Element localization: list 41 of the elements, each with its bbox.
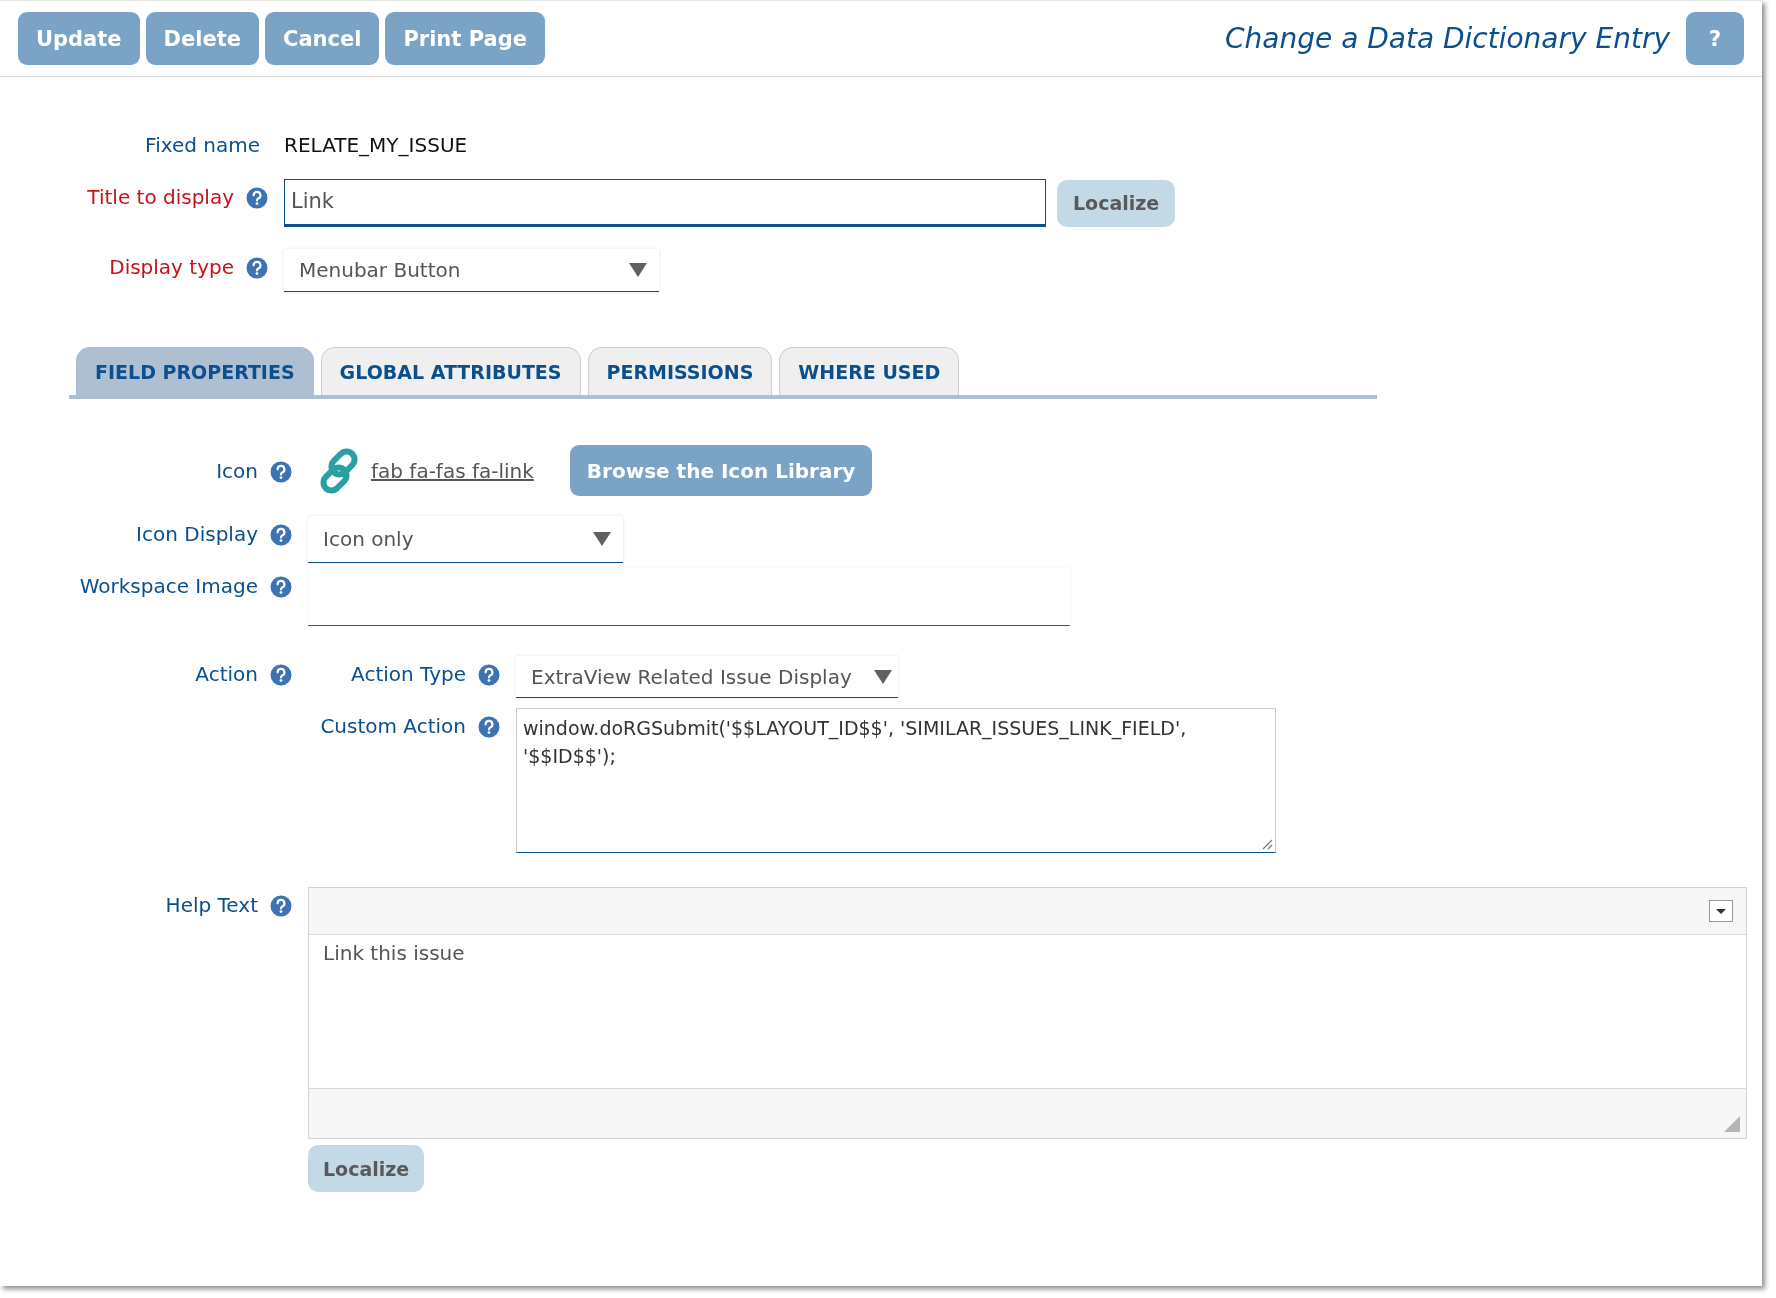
select-field[interactable]: Icon only xyxy=(308,516,623,563)
field-label: Title to display xyxy=(87,185,234,209)
icon-class-link[interactable]: fab fa-fas fa-link xyxy=(371,458,534,483)
page-title: Change a Data Dictionary Entry xyxy=(1225,22,1670,55)
help-icon[interactable] xyxy=(270,461,292,483)
tab[interactable]: FIELD PROPERTIES xyxy=(76,347,314,395)
tab[interactable]: GLOBAL ATTRIBUTES xyxy=(320,347,581,395)
rich-text-editor[interactable]: Link this issue xyxy=(308,887,1747,1139)
help-icon[interactable] xyxy=(478,664,500,686)
tab[interactable]: WHERE USED xyxy=(779,347,960,395)
field-label: Action xyxy=(195,662,258,686)
help-icon[interactable] xyxy=(270,895,292,917)
display-type-select[interactable]: Menubar Button xyxy=(284,249,659,292)
help-icon[interactable] xyxy=(478,716,500,738)
field-label: Icon Display xyxy=(136,522,258,546)
field-label: Fixed name xyxy=(145,133,260,157)
localize-button[interactable]: Localize xyxy=(308,1145,425,1192)
caret-icon xyxy=(593,532,611,546)
caret-icon xyxy=(629,263,647,277)
help-icon[interactable] xyxy=(246,257,268,279)
help-icon[interactable] xyxy=(246,187,268,209)
field-label: Workspace Image xyxy=(79,574,258,598)
field-label: Display type xyxy=(109,255,234,279)
fixed-name-value: RELATE_MY_ISSUE xyxy=(284,132,469,157)
localize-button[interactable]: Localize xyxy=(1057,179,1176,227)
custom-action-field[interactable]: window.doRGSubmit('$$LAYOUT_ID$$', 'SIMILAR_ISSUES_LINK_FIELD', '$$ID$$'); xyxy=(516,708,1276,853)
field-label: Help Text xyxy=(165,893,258,917)
field-label: Icon xyxy=(216,459,258,483)
select-field[interactable]: ExtraView Related Issue Display xyxy=(516,656,898,698)
title-input[interactable]: Link xyxy=(284,179,1046,227)
help-text-content: Link this issue xyxy=(322,940,466,967)
dropdown-icon[interactable] xyxy=(1709,900,1733,922)
resize-handle-icon[interactable] xyxy=(1724,1116,1740,1132)
field-label: Action Type xyxy=(351,662,466,686)
field-label: Custom Action xyxy=(320,714,466,738)
resize-handle-icon[interactable] xyxy=(1261,838,1273,850)
caret-icon xyxy=(874,669,892,684)
tab[interactable]: PERMISSIONS xyxy=(587,347,773,395)
help-icon[interactable] xyxy=(270,576,292,598)
help-icon[interactable] xyxy=(270,524,292,546)
help-icon[interactable] xyxy=(270,664,292,686)
